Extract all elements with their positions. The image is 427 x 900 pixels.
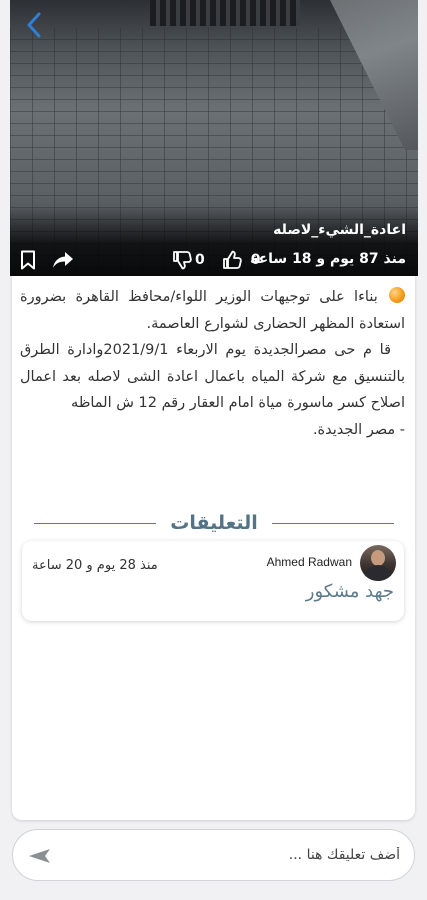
- post-paragraph: - مصر الجديدة.: [20, 417, 405, 444]
- chevron-left-icon: [27, 12, 41, 38]
- post-paragraph: بناءا على توجيهات الوزير اللواء/محافظ ال…: [20, 284, 406, 337]
- divider: [271, 522, 395, 524]
- post-title: اعادة_الشيء_لاصله: [273, 222, 406, 238]
- bookmark-icon: [21, 250, 35, 270]
- post-paragraph-text: بناءا على توجيهات الوزير اللواء/محافظ ال…: [20, 289, 405, 332]
- post-body: بناءا على توجيهات الوزير اللواء/محافظ ال…: [20, 284, 406, 444]
- orange-circle-icon: [389, 287, 406, 303]
- post-card: بناءا على توجيهات الوزير اللواء/محافظ ال…: [12, 276, 415, 820]
- divider: [34, 522, 157, 524]
- like-count: 0: [250, 252, 261, 268]
- post-paragraph: قا م حى مصرالجديدة يوم الاربعاء 2021/9/1…: [20, 337, 405, 417]
- send-button[interactable]: [25, 844, 53, 868]
- send-icon: [29, 849, 50, 863]
- image-gate: [150, 0, 300, 26]
- post-actions: 0 0: [20, 248, 261, 272]
- comment-text: جهد مشكور: [305, 581, 394, 602]
- comment-input[interactable]: [70, 840, 400, 870]
- comments-heading-text: التعليقات: [170, 512, 258, 534]
- thumbs-down-icon: [173, 251, 192, 270]
- bookmark-button[interactable]: [20, 250, 36, 270]
- comment-author[interactable]: Ahmed Radwan: [267, 555, 352, 569]
- comment-item: Ahmed Radwan منذ 28 يوم و 20 ساعة جهد مش…: [22, 541, 404, 621]
- like-button[interactable]: 0: [221, 250, 261, 270]
- post-paragraph-text: - مصر الجديدة.: [312, 421, 405, 438]
- post-time: منذ 87 يوم و 18 ساعة: [250, 251, 406, 267]
- avatar[interactable]: [360, 545, 396, 581]
- post-image: اعادة_الشيء_لاصله منذ 87 يوم و 18 ساعة 0…: [10, 0, 418, 276]
- share-button[interactable]: [52, 251, 74, 269]
- back-button[interactable]: [22, 10, 46, 40]
- dislike-count: 0: [195, 252, 205, 268]
- post-paragraph-text: قا م حى مصرالجديدة يوم الاربعاء 2021/9/1…: [20, 342, 405, 411]
- thumbs-up-icon: [222, 250, 242, 269]
- dislike-button[interactable]: 0: [172, 250, 205, 270]
- share-icon: [53, 252, 73, 268]
- comment-input-bar: [12, 829, 415, 881]
- comment-time: منذ 28 يوم و 20 ساعة: [32, 558, 158, 573]
- comments-heading: التعليقات: [34, 508, 395, 538]
